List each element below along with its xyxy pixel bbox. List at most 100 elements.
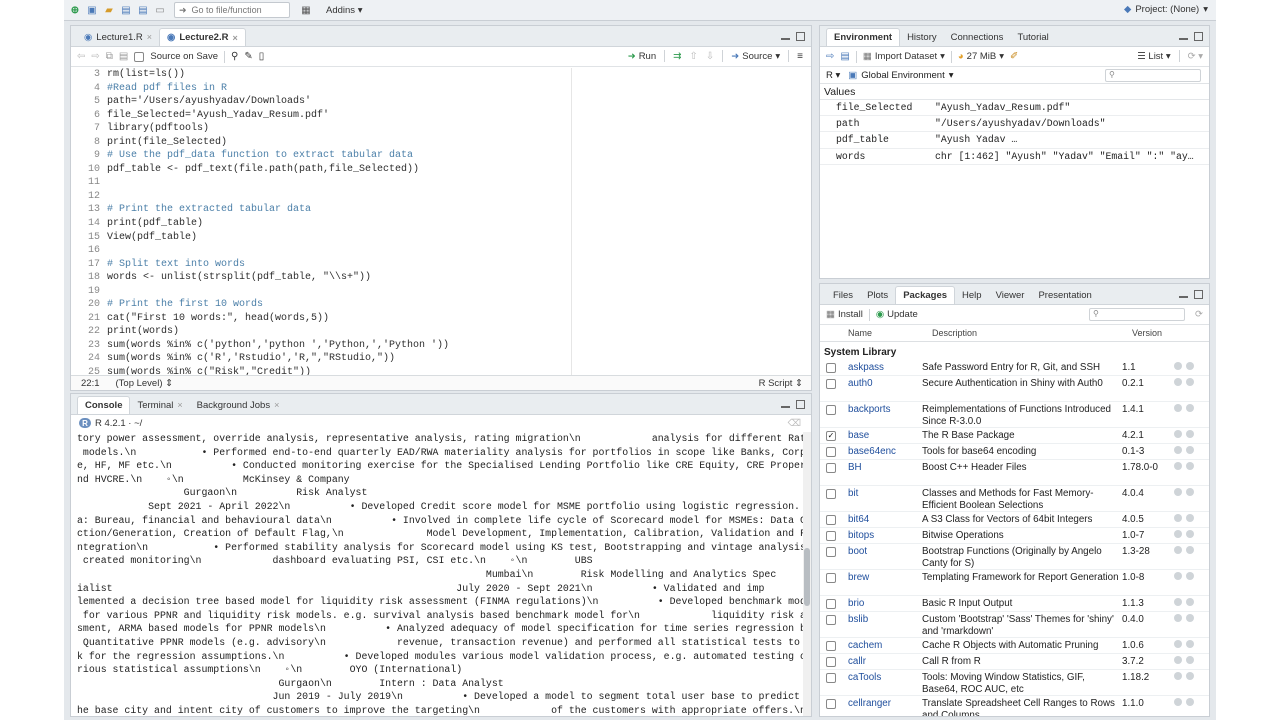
load-workspace-icon[interactable]: ⇨	[826, 51, 834, 62]
remove-package-icon[interactable]	[1186, 362, 1194, 370]
remove-package-icon[interactable]	[1186, 378, 1194, 386]
package-checkbox[interactable]	[826, 489, 836, 499]
package-name-link[interactable]: bslib	[836, 614, 922, 625]
file-type-selector[interactable]: R Script ⇕	[759, 378, 803, 389]
save-icon[interactable]: ▤	[119, 51, 128, 62]
console-scroll-thumb[interactable]	[804, 548, 810, 606]
package-name-link[interactable]: askpass	[836, 362, 922, 373]
tab-viewer[interactable]: Viewer	[989, 286, 1032, 304]
code-line[interactable]: 3 rm(list=ls())	[71, 68, 811, 82]
env-value-row[interactable]: pdf_table "Ayush Yadav …	[820, 132, 1209, 149]
down-arrow-icon[interactable]: ⇩	[706, 51, 714, 62]
browse-icon[interactable]	[1174, 488, 1182, 496]
remove-package-icon[interactable]	[1186, 462, 1194, 470]
remove-package-icon[interactable]	[1186, 430, 1194, 438]
forward-arrow-icon[interactable]: ⇨	[91, 51, 99, 62]
tab-connections[interactable]: Connections	[944, 28, 1011, 46]
tab-background-jobs[interactable]: Background Jobs ×	[190, 396, 287, 414]
code-line[interactable]: 17 # Split text into words	[71, 258, 811, 272]
tab-environment[interactable]: Environment	[826, 28, 901, 46]
source-on-save-checkbox[interactable]	[134, 51, 145, 62]
tab-lecture1[interactable]: ◉ Lecture1.R ×	[77, 28, 159, 46]
package-name-link[interactable]: backports	[836, 404, 922, 415]
code-line[interactable]: 6 file_Selected='Ayush_Yadav_Resum.pdf'	[71, 109, 811, 123]
col-version-header[interactable]: Version	[1132, 328, 1182, 338]
remove-package-icon[interactable]	[1186, 614, 1194, 622]
code-line[interactable]: 4 #Read pdf files in R	[71, 82, 811, 96]
tab-history[interactable]: History	[900, 28, 944, 46]
env-value-row[interactable]: words chr [1:462] "Ayush" "Yadav" "Email"…	[820, 149, 1209, 165]
code-line[interactable]: 20 # Print the first 10 words	[71, 298, 811, 312]
import-dataset-button[interactable]: ▦ Import Dataset ▾	[863, 51, 945, 62]
code-line[interactable]: 23 sum(words %in% c('python','python ','P…	[71, 339, 811, 353]
code-line[interactable]: 21 cat("First 10 words:", head(words,5))	[71, 312, 811, 326]
go-to-file-input[interactable]: ➜ Go to file/function	[174, 2, 290, 18]
browse-icon[interactable]	[1174, 614, 1182, 622]
browse-icon[interactable]	[1174, 446, 1182, 454]
col-name-header[interactable]: Name	[848, 328, 932, 338]
browse-icon[interactable]	[1174, 514, 1182, 522]
tab-lecture2[interactable]: ◉ Lecture2.R ×	[159, 28, 246, 46]
remove-package-icon[interactable]	[1186, 640, 1194, 648]
remove-package-icon[interactable]	[1186, 572, 1194, 580]
code-line[interactable]: 7 library(pdftools)	[71, 122, 811, 136]
browse-icon[interactable]	[1174, 404, 1182, 412]
refresh-icon[interactable]: ⟳	[1195, 309, 1203, 320]
maximize-icon[interactable]	[796, 400, 805, 409]
outline-icon[interactable]: ▯	[259, 51, 265, 62]
package-checkbox[interactable]	[826, 615, 836, 625]
maximize-icon[interactable]	[796, 32, 805, 41]
back-arrow-icon[interactable]: ⇦	[77, 51, 85, 62]
broom-icon[interactable]: ✐	[1010, 51, 1018, 62]
env-search-input[interactable]: ⚲	[1105, 68, 1201, 82]
update-button[interactable]: ◉ Update	[876, 309, 918, 320]
maximize-icon[interactable]	[1194, 32, 1203, 41]
scope-selector[interactable]: ▣ Global Environment ▾	[848, 70, 953, 81]
package-name-link[interactable]: brio	[836, 598, 922, 609]
refresh-icon[interactable]: ⟳ ▾	[1188, 51, 1203, 62]
code-line[interactable]: 16	[71, 244, 811, 258]
browse-icon[interactable]	[1174, 430, 1182, 438]
tab-console[interactable]: Console	[77, 396, 131, 414]
package-name-link[interactable]: brew	[836, 572, 922, 583]
broom-icon[interactable]: ⌫	[788, 418, 801, 429]
browse-icon[interactable]	[1174, 462, 1182, 470]
show-in-window-icon[interactable]: ⧉	[106, 51, 113, 62]
remove-package-icon[interactable]	[1186, 530, 1194, 538]
package-checkbox[interactable]	[826, 447, 836, 457]
list-mode-button[interactable]: ☰ List ▾	[1137, 51, 1170, 62]
grid-layout-icon[interactable]: ▦	[299, 2, 313, 18]
minimize-icon[interactable]	[781, 406, 790, 408]
remove-package-icon[interactable]	[1186, 404, 1194, 412]
package-checkbox[interactable]	[826, 405, 836, 415]
browse-icon[interactable]	[1174, 530, 1182, 538]
language-selector[interactable]: R ▾	[826, 70, 840, 81]
env-value-row[interactable]: file_Selected "Ayush_Yadav_Resum.pdf"	[820, 100, 1209, 117]
code-line[interactable]: 12	[71, 190, 811, 204]
code-line[interactable]: 11	[71, 176, 811, 190]
code-line[interactable]: 14 print(pdf_table)	[71, 217, 811, 231]
code-line[interactable]: 22 print(words)	[71, 325, 811, 339]
package-checkbox[interactable]	[826, 573, 836, 583]
menu-lines-icon[interactable]: ≡	[797, 51, 803, 62]
console-output[interactable]: tory power assessment, override analysis…	[71, 432, 811, 716]
package-name-link[interactable]: auth0	[836, 378, 922, 389]
package-checkbox[interactable]	[826, 599, 836, 609]
package-name-link[interactable]: cellranger	[836, 698, 922, 709]
memory-usage[interactable]: ◕ 27 MiB ▾	[958, 51, 1004, 62]
packages-search-input[interactable]: ⚲	[1089, 308, 1185, 321]
package-name-link[interactable]: callr	[836, 656, 922, 667]
open-file-icon[interactable]: ▰	[102, 2, 116, 18]
remove-package-icon[interactable]	[1186, 546, 1194, 554]
code-line[interactable]: 13 # Print the extracted tabular data	[71, 203, 811, 217]
close-icon[interactable]: ×	[147, 32, 152, 42]
addins-menu[interactable]: Addins ▾	[326, 5, 362, 16]
package-checkbox[interactable]	[826, 363, 836, 373]
new-project-icon[interactable]: ▣	[85, 2, 99, 18]
env-value-row[interactable]: path "/Users/ayushyadav/Downloads"	[820, 116, 1209, 133]
browse-icon[interactable]	[1174, 546, 1182, 554]
remove-package-icon[interactable]	[1186, 514, 1194, 522]
browse-icon[interactable]	[1174, 362, 1182, 370]
project-menu[interactable]: ◆ Project: (None) ▾	[1124, 4, 1208, 15]
package-checkbox[interactable]	[826, 379, 836, 389]
